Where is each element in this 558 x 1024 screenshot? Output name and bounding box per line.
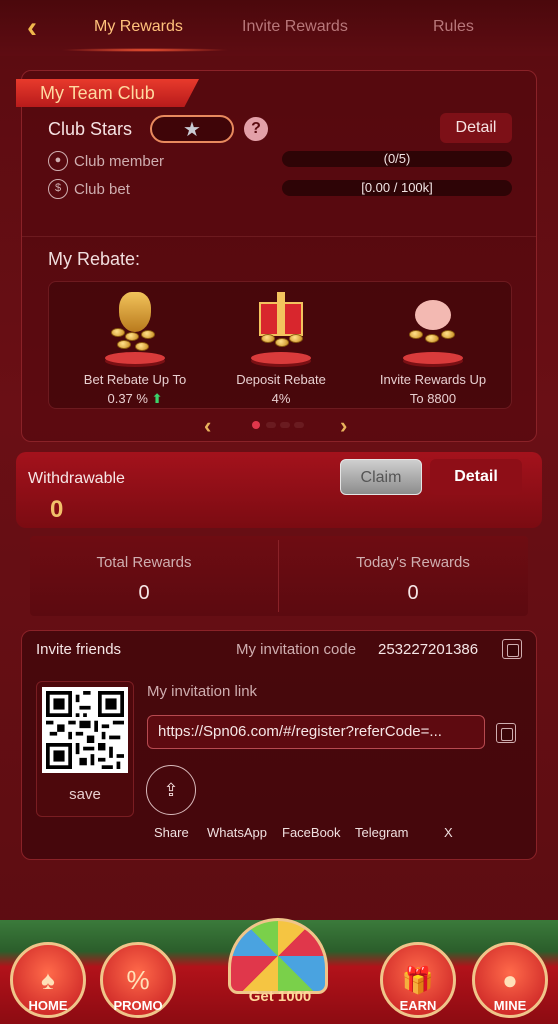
total-rewards-value: 0	[138, 582, 150, 604]
active-tab-indicator	[60, 48, 230, 52]
withdraw-detail-button[interactable]: Detail	[430, 459, 522, 495]
qr-code-card: save	[36, 681, 134, 817]
tab-rules[interactable]: Rules	[433, 18, 474, 36]
gift-icon: 🎁	[401, 964, 435, 995]
pager-dot-active[interactable]	[252, 421, 260, 429]
invitation-link-field[interactable]: https://Spn06.com/#/register?referCode=.…	[147, 715, 485, 749]
coupon-icon: %	[126, 964, 150, 995]
invite-rewards-caption: Invite Rewards Up	[379, 372, 487, 387]
carousel-pager: ‹ ›	[22, 413, 536, 438]
chevron-right-icon[interactable]: ›	[340, 413, 347, 439]
share-option-whatsapp[interactable]: WhatsApp	[207, 825, 267, 840]
bet-rebate-value: 0.37 %	[107, 391, 148, 406]
bet-coin-icon: $	[48, 179, 68, 199]
club-bet-progress: [0.00 / 100k]	[282, 180, 512, 196]
rebate-item-invite[interactable]: Invite Rewards Up To 8800	[363, 288, 503, 406]
gift-box-icon	[241, 288, 321, 368]
nav-earn-label[interactable]: EARN	[378, 998, 458, 1013]
tab-invite-rewards[interactable]: Invite Rewards	[242, 18, 348, 36]
rebate-item-bet[interactable]: Bet Rebate Up To 0.37 % ⬆	[65, 288, 205, 406]
piggy-bank-icon	[393, 288, 473, 368]
share-button[interactable]: ⇪	[146, 765, 196, 815]
save-qr-button[interactable]: save	[37, 786, 133, 803]
rebate-item-deposit[interactable]: Deposit Rebate 4%	[211, 288, 351, 406]
top-bar: ‹ My Rewards Invite Rewards Rules	[0, 0, 558, 56]
profile-icon: ●	[502, 964, 518, 995]
share-option-facebook[interactable]: FaceBook	[282, 825, 341, 840]
my-rebate-title: My Rebate:	[48, 249, 141, 269]
nav-home-label[interactable]: HOME	[8, 998, 88, 1013]
invitation-link-label: My invitation link	[147, 683, 258, 700]
club-member-progress: (0/5)	[282, 151, 512, 167]
todays-rewards-label: Today's Rewards	[356, 554, 470, 571]
club-detail-button[interactable]: Detail	[440, 113, 512, 143]
summary-divider	[278, 540, 279, 612]
nav-promo-label[interactable]: PROMO	[98, 998, 178, 1013]
qr-code	[42, 687, 128, 773]
share-option-share[interactable]: Share	[154, 825, 189, 840]
pager-dot[interactable]	[266, 422, 276, 428]
copy-code-icon[interactable]	[502, 639, 522, 659]
pager-dot[interactable]	[280, 422, 290, 428]
member-icon: ●	[48, 151, 68, 171]
share-option-telegram[interactable]: Telegram	[355, 825, 408, 840]
club-stars-label: Club Stars	[48, 119, 133, 139]
bet-rebate-caption: Bet Rebate Up To	[83, 372, 187, 387]
trend-up-icon: ⬆	[151, 391, 163, 406]
team-club-ribbon: My Team Club	[16, 79, 199, 107]
deposit-rebate-caption: Deposit Rebate	[236, 372, 326, 387]
share-icon: ⇪	[163, 779, 179, 800]
back-icon[interactable]: ‹	[18, 13, 46, 43]
total-rewards-label: Total Rewards	[96, 554, 192, 571]
pager-dot[interactable]	[294, 422, 304, 428]
claim-button[interactable]: Claim	[340, 459, 422, 495]
star-icon: ★	[183, 118, 201, 141]
chevron-left-icon[interactable]: ‹	[204, 413, 211, 439]
todays-rewards-value: 0	[407, 582, 419, 604]
deposit-rebate-value: 4%	[271, 391, 291, 406]
team-club-panel: My Team Club Club Stars ★ ? Detail ● Clu…	[16, 70, 537, 442]
invitation-code: 253227201386	[378, 641, 479, 658]
club-bet-label: Club bet	[74, 180, 130, 198]
nav-mine-label[interactable]: MINE	[470, 998, 550, 1013]
rebate-carousel: Bet Rebate Up To 0.37 % ⬆ Deposit Rebate…	[48, 281, 512, 409]
spade-icon: ♠	[41, 964, 55, 995]
club-bet-row: $ Club bet	[48, 179, 130, 199]
qr-code-image	[46, 691, 124, 769]
tab-my-rewards[interactable]: My Rewards	[94, 18, 183, 36]
get-bonus-button[interactable]: Get 1000	[210, 988, 350, 1005]
divider	[22, 236, 536, 237]
copy-link-icon[interactable]	[496, 723, 516, 743]
invite-rewards-value: To 8800	[409, 391, 457, 406]
money-bag-icon	[95, 288, 175, 368]
share-option-x[interactable]: X	[444, 825, 453, 840]
invitation-code-label: My invitation code	[236, 641, 357, 658]
withdrawable-value: 0	[50, 496, 64, 523]
withdrawable-label: Withdrawable	[28, 470, 125, 487]
invite-friends-title: Invite friends	[36, 641, 122, 658]
club-member-row: ● Club member	[48, 151, 164, 171]
club-member-label: Club member	[74, 152, 165, 170]
help-icon[interactable]: ?	[244, 117, 268, 141]
club-stars-badge: ★	[150, 115, 234, 143]
invite-friends-panel: Invite friends My invitation code 253227…	[21, 630, 537, 860]
